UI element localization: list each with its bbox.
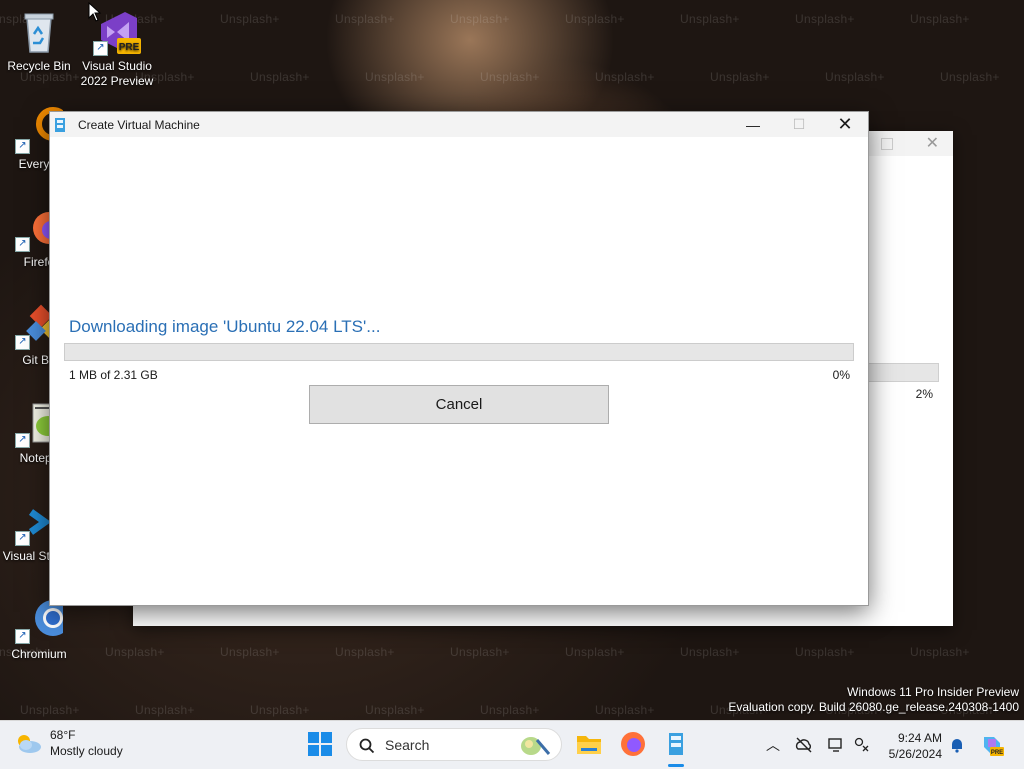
watermark-text: Unsplash+ [795, 645, 855, 659]
close-icon: ✕ [837, 114, 853, 134]
watermark-text: Unsplash+ [595, 703, 655, 717]
onedrive-offline-icon[interactable] [795, 736, 813, 754]
network-volume-icon[interactable] [853, 736, 871, 754]
download-progress-bar [64, 343, 854, 361]
watermark-text: Unsplash+ [940, 70, 1000, 84]
hyper-v-icon [669, 733, 683, 755]
dialog-titlebar[interactable]: Create Virtual Machine — ☐ ✕ [50, 112, 868, 137]
watermark-text: Unsplash+ [365, 70, 425, 84]
system-clock[interactable]: 9:24 AM 5/26/2024 [880, 730, 942, 762]
watermark-text: Unsplash+ [595, 70, 655, 84]
mouse-cursor-icon [88, 2, 102, 22]
shortcut-arrow-icon: ↗ [15, 433, 30, 448]
shortcut-arrow-icon: ↗ [15, 629, 30, 644]
maximize-button[interactable]: ☐ [776, 112, 822, 137]
weather-widget[interactable]: 68°F Mostly cloudy [14, 727, 123, 759]
watermark-text: Unsplash+ [480, 703, 540, 717]
notification-bell-icon[interactable] [948, 736, 966, 754]
watermark-text: Unsplash+ [795, 12, 855, 26]
firefox-taskbar-button[interactable] [619, 730, 647, 758]
taskbar-search-box[interactable]: Search [346, 728, 562, 761]
watermark-text: Unsplash+ [710, 70, 770, 84]
show-hidden-icons-chevron-icon[interactable]: ︿ [764, 736, 782, 754]
start-button[interactable] [307, 731, 333, 757]
watermark-row: Unsplash+ Unsplash+ Unsplash+ Unsplash+ Unsp… [0, 645, 1014, 659]
minimize-icon: — [746, 116, 760, 133]
watermark-text: Unsplash+ [365, 703, 425, 717]
weather-description: Mostly cloudy [50, 744, 123, 758]
desktop-icon-recycle-bin[interactable]: Recycle Bin [0, 8, 78, 74]
watermark-text: Unsplash+ [335, 645, 395, 659]
download-status-heading: Downloading image 'Ubuntu 22.04 LTS'... [69, 317, 381, 336]
download-size-text: 1 MB of 2.31 GB [69, 368, 158, 382]
shortcut-arrow-icon: ↗ [93, 41, 108, 56]
watermark-text: Unsplash+ [480, 70, 540, 84]
watermark-text: Unsplash+ [450, 12, 510, 26]
watermark-text: Unsplash+ [680, 645, 740, 659]
desktop-icon-label: Chromium [11, 647, 67, 661]
shortcut-arrow-icon: ↗ [15, 531, 30, 546]
pre-badge: PRE [119, 42, 140, 53]
clock-time: 9:24 AM [897, 731, 942, 745]
folder-icon [577, 736, 601, 754]
display-icon[interactable] [827, 736, 845, 754]
os-evaluation-watermark: Windows 11 Pro Insider Preview Evaluatio… [728, 685, 1019, 715]
create-vm-dialog[interactable]: Create Virtual Machine — ☐ ✕ Downloading… [49, 111, 869, 606]
watermark-text: Unsplash+ [450, 645, 510, 659]
watermark-text: Unsplash+ [250, 70, 310, 84]
active-app-indicator [668, 764, 684, 767]
watermark-text: Unsplash+ [220, 12, 280, 26]
taskbar: 68°F Mostly cloudy Search ︿ 9:24 AM 5/26… [0, 720, 1024, 769]
shortcut-arrow-icon: ↗ [15, 139, 30, 154]
cancel-button[interactable]: Cancel [309, 385, 609, 424]
watermark-text: Unsplash+ [910, 645, 970, 659]
watermark-row: Unsplash+ Unsplash+ Unsplash+ Unsplash+ Unsp… [20, 70, 1024, 84]
maximize-icon [881, 138, 893, 150]
close-icon[interactable]: ✕ [926, 133, 939, 153]
search-highlight-icon [517, 732, 553, 758]
hyper-v-taskbar-button[interactable] [662, 730, 690, 767]
watermark-text: Unsplash+ [565, 645, 625, 659]
clock-date: 5/26/2024 [888, 747, 942, 761]
shortcut-arrow-icon: ↗ [15, 237, 30, 252]
watermark-text: Unsplash+ [105, 645, 165, 659]
watermark-text: Unsplash+ [250, 703, 310, 717]
minimize-button[interactable]: — [730, 112, 776, 137]
file-explorer-button[interactable] [575, 730, 603, 758]
copilot-preview-icon[interactable]: PRE [980, 733, 1004, 757]
shortcut-arrow-icon: ↗ [15, 335, 30, 350]
watermark-text: Unsplash+ [20, 703, 80, 717]
desktop-icon-label: Recycle Bin [7, 59, 71, 73]
download-percent-text: 0% [832, 368, 850, 382]
search-placeholder: Search [385, 736, 430, 753]
hyper-v-app-icon [54, 117, 68, 133]
watermark-text: Unsplash+ [680, 12, 740, 26]
recycle-bin-icon [15, 8, 63, 56]
os-build-text: Evaluation copy. Build 26080.ge_release.… [728, 700, 1019, 714]
copilot-pre-badge: PRE [991, 750, 1003, 756]
maximize-icon: ☐ [792, 116, 806, 132]
weather-temperature: 68°F [50, 728, 76, 742]
windows-logo-icon [308, 732, 332, 756]
os-edition-text: Windows 11 Pro Insider Preview [847, 685, 1019, 699]
desktop-icon-label: Visual Studio 2022 Preview [80, 59, 154, 88]
cloudy-weather-icon [14, 732, 42, 754]
watermark-text: Unsplash+ [910, 12, 970, 26]
watermark-text: Unsplash+ [335, 12, 395, 26]
desktop: Unsplash+ Unsplash+ Unsplash+ Unsplash+ Unsp… [0, 0, 1024, 768]
background-progress-bar [868, 363, 939, 382]
watermark-text: Unsplash+ [565, 12, 625, 26]
search-icon [359, 738, 375, 753]
background-progress-percent: 2% [915, 387, 933, 401]
firefox-icon [621, 732, 645, 756]
close-button[interactable]: ✕ [822, 112, 868, 137]
dialog-title: Create Virtual Machine [78, 117, 200, 132]
watermark-text: Unsplash+ [825, 70, 885, 84]
watermark-text: Unsplash+ [220, 645, 280, 659]
weather-text: 68°F Mostly cloudy [50, 727, 123, 759]
watermark-text: Unsplash+ [135, 703, 195, 717]
